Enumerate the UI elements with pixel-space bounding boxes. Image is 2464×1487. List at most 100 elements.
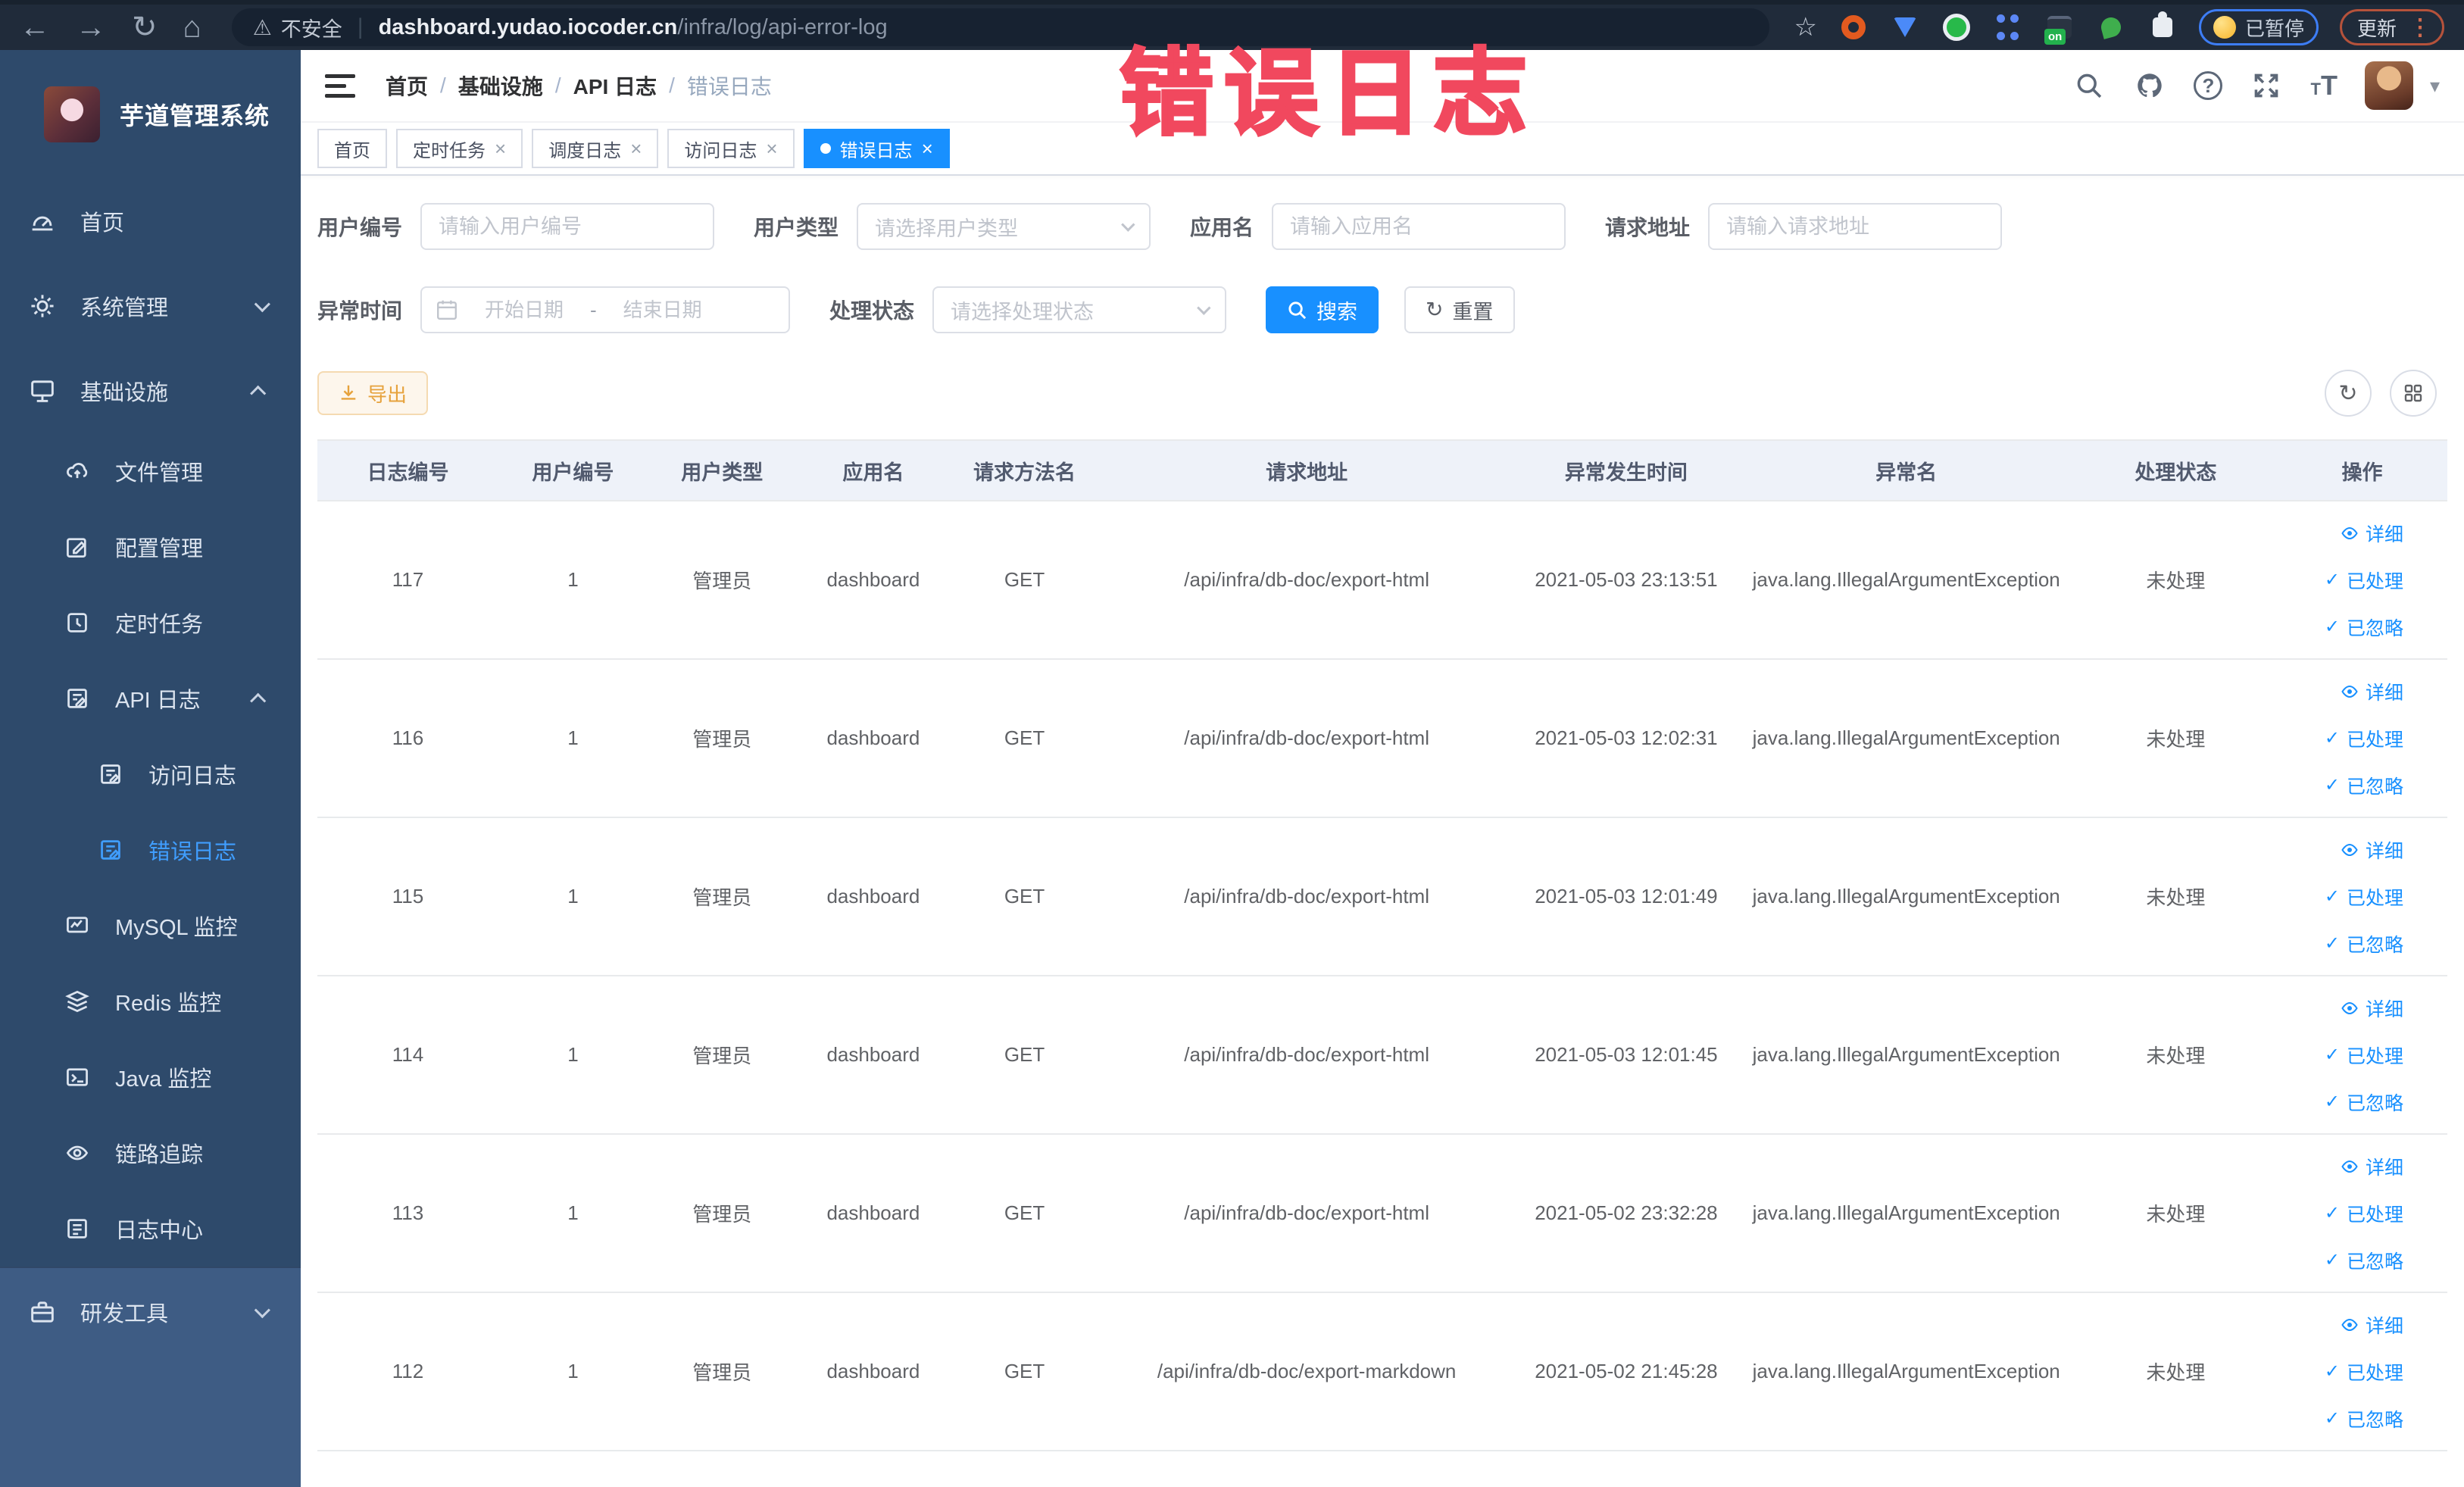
mark-processed-link[interactable]: ✓ 已处理 bbox=[2325, 1358, 2403, 1385]
mark-ignored-link[interactable]: ✓ 已忽略 bbox=[2325, 614, 2403, 641]
sidebar-item-system[interactable]: 系统管理 bbox=[0, 264, 301, 348]
browser-forward-icon[interactable]: → bbox=[76, 12, 106, 42]
layers-icon bbox=[64, 988, 91, 1015]
extensions-puzzle-icon[interactable] bbox=[2147, 11, 2178, 42]
sidebar-item-java[interactable]: Java 监控 bbox=[0, 1039, 301, 1115]
cell-app-name: dashboard bbox=[796, 817, 951, 976]
help-icon[interactable]: ? bbox=[2194, 71, 2223, 100]
sidebar-item-trace[interactable]: 链路追踪 bbox=[0, 1115, 301, 1191]
fullscreen-icon[interactable] bbox=[2250, 69, 2283, 102]
tab-job[interactable]: 定时任务 × bbox=[396, 129, 523, 168]
request-url-input[interactable] bbox=[1726, 214, 1994, 239]
not-secure-label[interactable]: 不安全 bbox=[281, 13, 342, 42]
mark-processed-link[interactable]: ✓ 已处理 bbox=[2325, 1042, 2403, 1069]
browser-menu-icon[interactable]: ⋮ bbox=[2409, 14, 2431, 41]
detail-link[interactable]: 详细 bbox=[2341, 995, 2403, 1022]
extension-icon-switch[interactable]: on bbox=[2044, 12, 2075, 45]
sidebar-item-devtools[interactable]: 研发工具 bbox=[0, 1268, 301, 1356]
close-icon[interactable]: × bbox=[922, 139, 933, 158]
search-button[interactable]: 搜索 bbox=[1266, 286, 1379, 333]
sidebar-item-label: 文件管理 bbox=[115, 461, 204, 486]
sidebar-item-api-log[interactable]: API 日志 bbox=[0, 661, 301, 736]
cell-exception: java.lang.IllegalArgumentException bbox=[1738, 1134, 2075, 1293]
sidebar-item-mysql[interactable]: MySQL 监控 bbox=[0, 888, 301, 964]
top-navbar: 首页 / 基础设施 / API 日志 / 错误日志 ? T T ▾ bbox=[301, 50, 2464, 123]
mark-ignored-link[interactable]: ✓ 已忽略 bbox=[2325, 1247, 2403, 1274]
mark-ignored-link[interactable]: ✓ 已忽略 bbox=[2325, 930, 2403, 957]
date-range-picker[interactable]: - bbox=[420, 286, 791, 333]
on-badge: on bbox=[2044, 29, 2066, 45]
mark-processed-link[interactable]: ✓ 已处理 bbox=[2325, 725, 2403, 752]
cell-user-type: 管理员 bbox=[647, 1292, 797, 1451]
close-icon[interactable]: × bbox=[495, 139, 506, 158]
user-id-input[interactable] bbox=[439, 214, 706, 239]
breadcrumb-api-log[interactable]: API 日志 bbox=[573, 70, 657, 101]
sidebar-item-home[interactable]: 首页 bbox=[0, 179, 301, 264]
sidebar-item-access-log[interactable]: 访问日志 bbox=[0, 736, 301, 812]
sidebar-item-job[interactable]: 定时任务 bbox=[0, 585, 301, 661]
github-icon[interactable] bbox=[2133, 69, 2166, 102]
edit-square-icon bbox=[64, 533, 91, 561]
sidebar-item-log-center[interactable]: 日志中心 bbox=[0, 1191, 301, 1267]
extension-icon-orange[interactable] bbox=[1838, 12, 1869, 42]
column-settings-button[interactable] bbox=[2390, 370, 2437, 417]
search-icon bbox=[1288, 301, 1307, 319]
detail-link[interactable]: 详细 bbox=[2341, 520, 2403, 547]
detail-link[interactable]: 详细 bbox=[2341, 678, 2403, 705]
search-icon[interactable] bbox=[2072, 69, 2106, 102]
address-bar[interactable]: ⚠ 不安全 | dashboard.yudao.iocoder.cn/infra… bbox=[231, 8, 1769, 46]
breadcrumb-home[interactable]: 首页 bbox=[386, 70, 428, 101]
user-id-label: 用户编号 bbox=[317, 216, 403, 239]
app-name-input[interactable] bbox=[1290, 214, 1557, 239]
table-row: 116 1 管理员 dashboard GET/api/infra/db-doc/exp… bbox=[317, 659, 2447, 818]
eye-icon bbox=[2341, 1001, 2358, 1014]
user-type-select[interactable]: 请选择用户类型 bbox=[857, 203, 1151, 250]
browser-update-button[interactable]: 更新 ⋮ bbox=[2339, 9, 2444, 45]
detail-link[interactable]: 详细 bbox=[2341, 836, 2403, 864]
tab-error-log[interactable]: 错误日志 × bbox=[803, 129, 950, 168]
avatar-caret-down-icon[interactable]: ▾ bbox=[2430, 74, 2440, 98]
tab-access-log[interactable]: 访问日志 × bbox=[667, 129, 795, 168]
user-avatar[interactable] bbox=[2364, 61, 2413, 110]
browser-back-icon[interactable]: ← bbox=[20, 12, 50, 42]
col-log-id: 日志编号 bbox=[317, 440, 499, 501]
tab-label: 访问日志 bbox=[684, 140, 757, 161]
sidebar-item-redis[interactable]: Redis 监控 bbox=[0, 964, 301, 1039]
mark-processed-link[interactable]: ✓ 已处理 bbox=[2325, 1200, 2403, 1227]
profile-paused-badge[interactable]: 已暂停 bbox=[2198, 9, 2319, 45]
browser-reload-icon[interactable]: ↻ bbox=[132, 12, 158, 42]
status-select[interactable]: 请选择处理状态 bbox=[932, 286, 1227, 333]
detail-link[interactable]: 详细 bbox=[2341, 1311, 2403, 1339]
sidebar-item-file[interactable]: 文件管理 bbox=[0, 433, 301, 509]
font-size-icon[interactable]: TT bbox=[2310, 72, 2337, 99]
end-date-input[interactable] bbox=[605, 298, 720, 322]
close-icon[interactable]: × bbox=[630, 139, 642, 158]
close-icon[interactable]: × bbox=[766, 139, 777, 158]
mark-processed-link[interactable]: ✓ 已处理 bbox=[2325, 567, 2403, 594]
export-button[interactable]: 导出 bbox=[317, 371, 429, 415]
extension-icon-sprout[interactable] bbox=[2096, 12, 2126, 42]
breadcrumb-infra[interactable]: 基础设施 bbox=[458, 70, 543, 101]
mark-processed-link[interactable]: ✓ 已处理 bbox=[2325, 883, 2403, 911]
eye-icon bbox=[2341, 526, 2358, 539]
tab-job-log[interactable]: 调度日志 × bbox=[532, 129, 659, 168]
sidebar-item-infra[interactable]: 基础设施 bbox=[0, 348, 301, 433]
bookmark-star-icon[interactable]: ☆ bbox=[1794, 12, 1816, 42]
detail-link[interactable]: 详细 bbox=[2341, 1153, 2403, 1180]
sidebar-toggle-icon[interactable] bbox=[325, 73, 355, 98]
extension-icon-green[interactable] bbox=[1941, 12, 1972, 42]
sidebar-item-error-log[interactable]: 错误日志 bbox=[0, 812, 301, 888]
reset-button[interactable]: ↻ 重置 bbox=[1404, 286, 1515, 333]
tab-home[interactable]: 首页 bbox=[317, 129, 387, 168]
sidebar-item-config[interactable]: 配置管理 bbox=[0, 509, 301, 585]
refresh-table-button[interactable]: ↻ bbox=[2325, 370, 2372, 417]
sidebar-item-label: 配置管理 bbox=[115, 537, 204, 561]
start-date-input[interactable] bbox=[467, 298, 582, 322]
extension-icon-shield[interactable] bbox=[1890, 12, 1920, 42]
mark-ignored-link[interactable]: ✓ 已忽略 bbox=[2325, 1089, 2403, 1116]
app-logo-row[interactable]: 芋道管理系统 bbox=[0, 50, 301, 179]
browser-home-icon[interactable]: ⌂ bbox=[183, 12, 201, 42]
mark-ignored-link[interactable]: ✓ 已忽略 bbox=[2325, 1405, 2403, 1432]
mark-ignored-link[interactable]: ✓ 已忽略 bbox=[2325, 772, 2403, 799]
extension-icon-dots[interactable] bbox=[1993, 12, 2023, 42]
